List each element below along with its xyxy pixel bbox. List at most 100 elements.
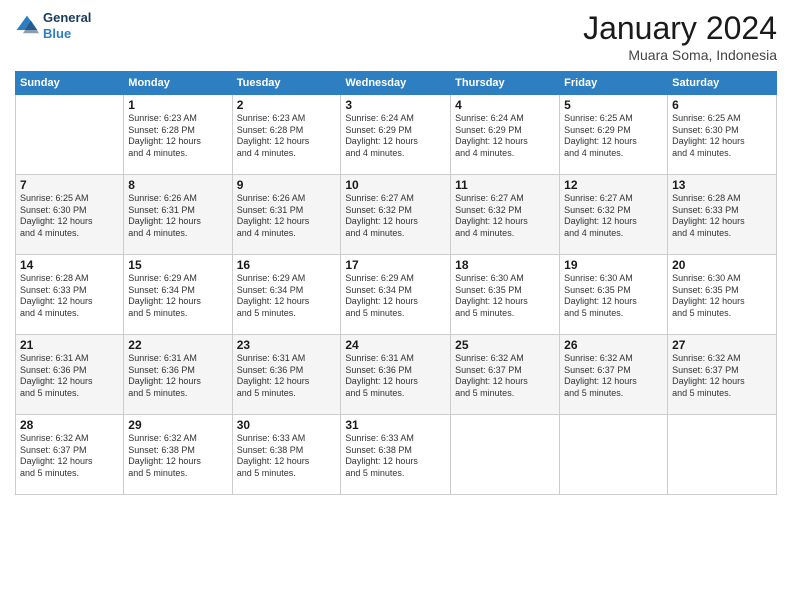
day-info: Sunrise: 6:27 AMSunset: 6:32 PMDaylight:… — [345, 193, 446, 240]
calendar-cell: 18Sunrise: 6:30 AMSunset: 6:35 PMDayligh… — [451, 255, 560, 335]
day-info: Sunrise: 6:27 AMSunset: 6:32 PMDaylight:… — [564, 193, 663, 240]
day-number: 25 — [455, 338, 555, 352]
col-wednesday: Wednesday — [341, 72, 451, 95]
day-info: Sunrise: 6:28 AMSunset: 6:33 PMDaylight:… — [672, 193, 772, 240]
logo: General Blue — [15, 10, 91, 41]
calendar-cell — [451, 415, 560, 495]
day-info: Sunrise: 6:28 AMSunset: 6:33 PMDaylight:… — [20, 273, 119, 320]
week-row-4: 21Sunrise: 6:31 AMSunset: 6:36 PMDayligh… — [16, 335, 777, 415]
logo-text: General Blue — [43, 10, 91, 41]
day-number: 11 — [455, 178, 555, 192]
col-friday: Friday — [560, 72, 668, 95]
day-info: Sunrise: 6:31 AMSunset: 6:36 PMDaylight:… — [237, 353, 337, 400]
day-info: Sunrise: 6:32 AMSunset: 6:37 PMDaylight:… — [564, 353, 663, 400]
day-info: Sunrise: 6:31 AMSunset: 6:36 PMDaylight:… — [345, 353, 446, 400]
week-row-1: 1Sunrise: 6:23 AMSunset: 6:28 PMDaylight… — [16, 95, 777, 175]
calendar-cell: 11Sunrise: 6:27 AMSunset: 6:32 PMDayligh… — [451, 175, 560, 255]
day-number: 4 — [455, 98, 555, 112]
calendar-cell: 30Sunrise: 6:33 AMSunset: 6:38 PMDayligh… — [232, 415, 341, 495]
day-number: 1 — [128, 98, 227, 112]
day-number: 3 — [345, 98, 446, 112]
calendar-cell: 14Sunrise: 6:28 AMSunset: 6:33 PMDayligh… — [16, 255, 124, 335]
day-number: 30 — [237, 418, 337, 432]
day-number: 19 — [564, 258, 663, 272]
week-row-5: 28Sunrise: 6:32 AMSunset: 6:37 PMDayligh… — [16, 415, 777, 495]
day-info: Sunrise: 6:23 AMSunset: 6:28 PMDaylight:… — [128, 113, 227, 160]
title-area: January 2024 Muara Soma, Indonesia — [583, 10, 777, 63]
calendar-cell: 3Sunrise: 6:24 AMSunset: 6:29 PMDaylight… — [341, 95, 451, 175]
calendar-cell: 17Sunrise: 6:29 AMSunset: 6:34 PMDayligh… — [341, 255, 451, 335]
day-info: Sunrise: 6:23 AMSunset: 6:28 PMDaylight:… — [237, 113, 337, 160]
calendar-cell: 27Sunrise: 6:32 AMSunset: 6:37 PMDayligh… — [668, 335, 777, 415]
header: General Blue January 2024 Muara Soma, In… — [15, 10, 777, 63]
day-info: Sunrise: 6:30 AMSunset: 6:35 PMDaylight:… — [455, 273, 555, 320]
day-info: Sunrise: 6:29 AMSunset: 6:34 PMDaylight:… — [128, 273, 227, 320]
header-row: Sunday Monday Tuesday Wednesday Thursday… — [16, 72, 777, 95]
calendar-cell: 2Sunrise: 6:23 AMSunset: 6:28 PMDaylight… — [232, 95, 341, 175]
day-info: Sunrise: 6:24 AMSunset: 6:29 PMDaylight:… — [455, 113, 555, 160]
col-tuesday: Tuesday — [232, 72, 341, 95]
calendar-cell — [560, 415, 668, 495]
day-info: Sunrise: 6:26 AMSunset: 6:31 PMDaylight:… — [128, 193, 227, 240]
day-info: Sunrise: 6:33 AMSunset: 6:38 PMDaylight:… — [345, 433, 446, 480]
day-number: 5 — [564, 98, 663, 112]
day-info: Sunrise: 6:24 AMSunset: 6:29 PMDaylight:… — [345, 113, 446, 160]
week-row-3: 14Sunrise: 6:28 AMSunset: 6:33 PMDayligh… — [16, 255, 777, 335]
calendar-cell: 29Sunrise: 6:32 AMSunset: 6:38 PMDayligh… — [124, 415, 232, 495]
calendar-cell: 10Sunrise: 6:27 AMSunset: 6:32 PMDayligh… — [341, 175, 451, 255]
day-info: Sunrise: 6:32 AMSunset: 6:37 PMDaylight:… — [672, 353, 772, 400]
col-monday: Monday — [124, 72, 232, 95]
calendar-cell: 21Sunrise: 6:31 AMSunset: 6:36 PMDayligh… — [16, 335, 124, 415]
location-title: Muara Soma, Indonesia — [583, 47, 777, 63]
calendar-cell: 4Sunrise: 6:24 AMSunset: 6:29 PMDaylight… — [451, 95, 560, 175]
day-info: Sunrise: 6:25 AMSunset: 6:30 PMDaylight:… — [672, 113, 772, 160]
day-number: 24 — [345, 338, 446, 352]
day-info: Sunrise: 6:29 AMSunset: 6:34 PMDaylight:… — [237, 273, 337, 320]
calendar-cell: 31Sunrise: 6:33 AMSunset: 6:38 PMDayligh… — [341, 415, 451, 495]
day-number: 2 — [237, 98, 337, 112]
day-info: Sunrise: 6:30 AMSunset: 6:35 PMDaylight:… — [672, 273, 772, 320]
day-number: 17 — [345, 258, 446, 272]
day-info: Sunrise: 6:29 AMSunset: 6:34 PMDaylight:… — [345, 273, 446, 320]
calendar-cell — [668, 415, 777, 495]
day-number: 14 — [20, 258, 119, 272]
day-info: Sunrise: 6:31 AMSunset: 6:36 PMDaylight:… — [20, 353, 119, 400]
page: General Blue January 2024 Muara Soma, In… — [0, 0, 792, 612]
calendar-cell: 1Sunrise: 6:23 AMSunset: 6:28 PMDaylight… — [124, 95, 232, 175]
day-info: Sunrise: 6:32 AMSunset: 6:37 PMDaylight:… — [20, 433, 119, 480]
col-sunday: Sunday — [16, 72, 124, 95]
day-number: 10 — [345, 178, 446, 192]
day-number: 27 — [672, 338, 772, 352]
day-number: 31 — [345, 418, 446, 432]
calendar-cell — [16, 95, 124, 175]
calendar-cell: 7Sunrise: 6:25 AMSunset: 6:30 PMDaylight… — [16, 175, 124, 255]
calendar-cell: 25Sunrise: 6:32 AMSunset: 6:37 PMDayligh… — [451, 335, 560, 415]
month-title: January 2024 — [583, 10, 777, 47]
day-number: 20 — [672, 258, 772, 272]
day-number: 21 — [20, 338, 119, 352]
calendar-cell: 16Sunrise: 6:29 AMSunset: 6:34 PMDayligh… — [232, 255, 341, 335]
day-number: 6 — [672, 98, 772, 112]
calendar-table: Sunday Monday Tuesday Wednesday Thursday… — [15, 71, 777, 495]
day-number: 8 — [128, 178, 227, 192]
day-number: 28 — [20, 418, 119, 432]
day-info: Sunrise: 6:25 AMSunset: 6:30 PMDaylight:… — [20, 193, 119, 240]
day-info: Sunrise: 6:33 AMSunset: 6:38 PMDaylight:… — [237, 433, 337, 480]
calendar-cell: 9Sunrise: 6:26 AMSunset: 6:31 PMDaylight… — [232, 175, 341, 255]
day-number: 7 — [20, 178, 119, 192]
day-info: Sunrise: 6:32 AMSunset: 6:37 PMDaylight:… — [455, 353, 555, 400]
calendar-cell: 8Sunrise: 6:26 AMSunset: 6:31 PMDaylight… — [124, 175, 232, 255]
calendar-cell: 26Sunrise: 6:32 AMSunset: 6:37 PMDayligh… — [560, 335, 668, 415]
col-thursday: Thursday — [451, 72, 560, 95]
calendar-cell: 22Sunrise: 6:31 AMSunset: 6:36 PMDayligh… — [124, 335, 232, 415]
day-number: 16 — [237, 258, 337, 272]
day-number: 29 — [128, 418, 227, 432]
day-info: Sunrise: 6:31 AMSunset: 6:36 PMDaylight:… — [128, 353, 227, 400]
calendar-cell: 5Sunrise: 6:25 AMSunset: 6:29 PMDaylight… — [560, 95, 668, 175]
calendar-cell: 28Sunrise: 6:32 AMSunset: 6:37 PMDayligh… — [16, 415, 124, 495]
calendar-cell: 13Sunrise: 6:28 AMSunset: 6:33 PMDayligh… — [668, 175, 777, 255]
day-number: 12 — [564, 178, 663, 192]
calendar-cell: 23Sunrise: 6:31 AMSunset: 6:36 PMDayligh… — [232, 335, 341, 415]
day-info: Sunrise: 6:32 AMSunset: 6:38 PMDaylight:… — [128, 433, 227, 480]
week-row-2: 7Sunrise: 6:25 AMSunset: 6:30 PMDaylight… — [16, 175, 777, 255]
